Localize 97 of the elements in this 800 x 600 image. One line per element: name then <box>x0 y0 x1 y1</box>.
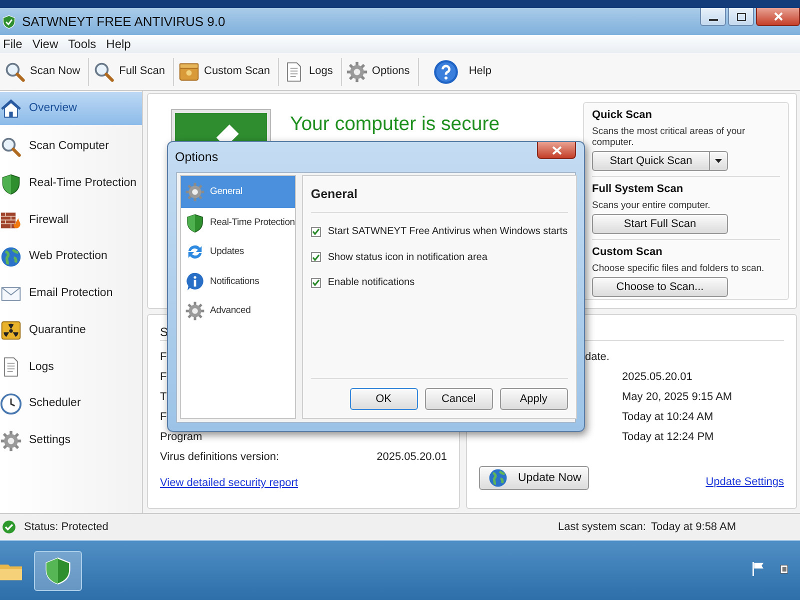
row-value: Today at 10:24 AM <box>622 410 714 425</box>
toolbar-button[interactable]: Logs <box>279 58 342 86</box>
option-label: Enable notifications <box>328 276 415 290</box>
category-item[interactable]: Advanced <box>181 296 295 326</box>
dialog-button[interactable]: Apply <box>500 388 568 410</box>
scan-description: Scans your entire computer. <box>592 200 712 212</box>
menu-item[interactable]: View <box>29 35 66 53</box>
update-now-button[interactable]: Update Now <box>479 466 589 490</box>
checkbox[interactable] <box>310 226 321 236</box>
close-icon <box>552 146 562 154</box>
toolbar-button[interactable]: Full Scan <box>89 58 174 86</box>
report-link[interactable]: View detailed security report <box>160 477 298 489</box>
toolbar-button[interactable]: Custom Scan <box>174 58 280 86</box>
close-icon <box>774 12 782 21</box>
toolbar-button[interactable]: Help <box>418 58 500 86</box>
caret-icon <box>715 159 722 164</box>
option-label: Show status icon in notification area <box>328 250 488 264</box>
last-scan-label: Last system scan: <box>558 520 646 535</box>
close-button[interactable] <box>756 8 800 26</box>
row-label: T <box>160 390 167 405</box>
category-item[interactable]: Real-Time Protection <box>181 208 295 238</box>
sidebar-item[interactable]: Quarantine <box>0 312 142 349</box>
globe-icon <box>0 246 22 268</box>
toolbar-button[interactable]: Options <box>342 58 419 86</box>
box-icon <box>178 60 200 82</box>
panel-heading: S <box>160 325 168 339</box>
update-settings-link[interactable]: Update Settings <box>706 474 784 490</box>
sidebar-item[interactable]: Settings <box>0 422 142 459</box>
option-label: Start SATWNEYT Free Antivirus when Windows starts <box>328 225 568 239</box>
app-shield-icon <box>2 14 16 30</box>
row-value: 2025.05.20.01 <box>622 370 692 385</box>
search-icon <box>93 60 116 82</box>
scan-description: Scans the most critical areas of your computer. <box>592 126 746 148</box>
scan-title: Full System Scan <box>592 182 684 198</box>
home-icon <box>0 98 22 120</box>
section-heading: General <box>310 187 358 201</box>
flag-icon <box>752 562 764 576</box>
status-headline: Your computer is secure <box>290 112 500 137</box>
scan-description: Choose specific files and folders to scan. <box>592 262 766 274</box>
menu-item[interactable]: Tools <box>65 35 104 53</box>
shield-icon <box>185 212 205 233</box>
sidebar-item[interactable]: Scheduler <box>0 386 142 422</box>
dialog-button[interactable]: Cancel <box>424 388 493 410</box>
minimize-button[interactable] <box>700 8 726 26</box>
dialog-button[interactable]: OK <box>350 388 418 410</box>
toolbar-button[interactable]: Scan Now <box>0 58 90 86</box>
gear-icon <box>185 182 205 202</box>
clock-icon <box>0 392 22 415</box>
scan-title: Quick Scan <box>592 108 653 123</box>
help-icon <box>432 58 459 84</box>
row-label: Program <box>160 430 202 445</box>
gear-icon <box>185 301 205 322</box>
minimize-icon <box>708 18 718 20</box>
sidebar-item[interactable]: Firewall <box>0 202 142 239</box>
menu-item[interactable]: File <box>0 35 30 53</box>
info-icon <box>185 272 205 292</box>
category-item[interactable]: Notifications <box>181 267 295 296</box>
row-value: 2025.05.20.01 <box>376 450 447 465</box>
sidebar-item[interactable]: Email Protection <box>0 275 142 312</box>
menu-item[interactable]: Help <box>103 35 138 53</box>
globe-icon <box>488 468 508 488</box>
sidebar-item[interactable]: Scan Computer <box>0 128 142 166</box>
shield-icon <box>44 556 72 586</box>
check-status-icon <box>2 520 16 534</box>
gear-icon <box>0 430 22 452</box>
scan-title: Custom Scan <box>592 245 664 260</box>
row-label: F <box>160 370 167 385</box>
dialog-title: Options <box>175 148 218 166</box>
dropdown-button[interactable] <box>710 151 728 172</box>
row-label: Virus definitions version: <box>160 450 280 465</box>
row-label: F <box>160 410 167 425</box>
sidebar-item[interactable]: Real-Time Protection <box>0 165 142 202</box>
row-value: Today at 12:24 PM <box>622 430 714 445</box>
close-button[interactable] <box>537 142 576 159</box>
checkbox[interactable] <box>310 252 321 262</box>
row-label: F <box>160 350 167 365</box>
checkbox[interactable] <box>310 278 321 288</box>
last-scan-value: Today at 9:58 AM <box>651 520 736 535</box>
maximize-icon <box>736 12 746 20</box>
hazard-icon <box>0 319 22 342</box>
maximize-button[interactable] <box>728 8 754 26</box>
search-icon <box>0 136 22 158</box>
sidebar-item[interactable]: Web Protection <box>0 238 142 276</box>
gear-icon <box>346 60 368 82</box>
sidebar-item[interactable]: Overview <box>0 92 142 125</box>
scan-button[interactable]: Start Full Scan <box>592 214 728 234</box>
taskbar-app-button[interactable] <box>34 550 82 590</box>
shield-icon <box>0 172 22 195</box>
category-item[interactable]: Updates <box>181 238 295 267</box>
status-text: Status: Protected <box>24 520 108 535</box>
update-note: date. <box>585 350 610 365</box>
search-icon <box>4 60 26 82</box>
scan-button[interactable]: Choose to Scan... <box>592 277 728 298</box>
window-title: SATWNEYT FREE ANTIVIRUS 9.0 <box>22 12 226 31</box>
sidebar-item[interactable]: Logs <box>0 348 142 386</box>
row-value: May 20, 2025 9:15 AM <box>622 390 732 405</box>
scan-button[interactable]: Start Quick Scan <box>592 151 710 172</box>
